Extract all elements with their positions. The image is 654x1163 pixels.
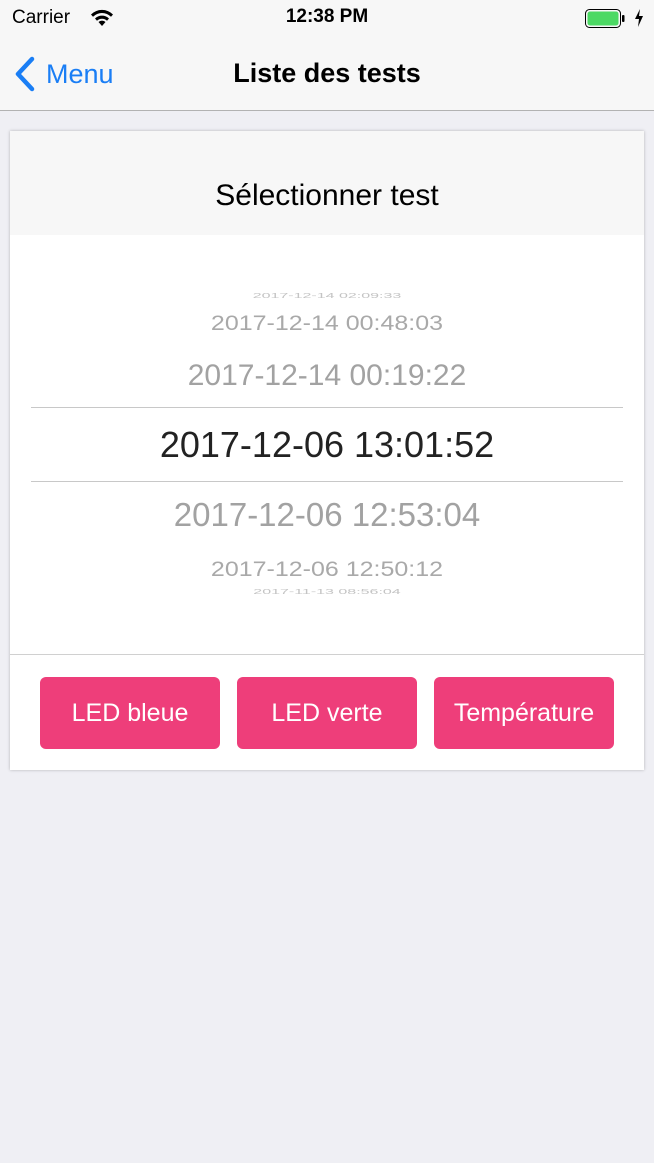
status-time: 12:38 PM xyxy=(285,6,369,27)
battery-icon xyxy=(585,9,625,28)
picker-option[interactable]: 2017-12-06 12:50:12 xyxy=(10,557,644,582)
picker-option[interactable]: 2017-11-13 08:56:04 xyxy=(10,588,644,596)
led-blue-button[interactable]: LED bleue xyxy=(40,677,220,749)
card-title: Sélectionner test xyxy=(215,179,439,212)
charging-bolt-icon xyxy=(635,9,643,27)
led-green-button[interactable]: LED verte xyxy=(237,677,417,749)
test-selection-card: Sélectionner test 2017-12-14 02:09:33 20… xyxy=(10,131,644,770)
picker-selection-line-bottom xyxy=(31,481,623,482)
status-bar: Carrier 12:38 PM xyxy=(0,0,654,40)
page-title: Liste des tests xyxy=(233,58,421,88)
temperature-button[interactable]: Température xyxy=(434,677,614,749)
picker-selection-line-top xyxy=(31,407,623,408)
picker-option[interactable]: 2017-12-14 00:19:22 xyxy=(10,359,644,393)
navigation-bar: Menu Liste des tests xyxy=(0,40,654,111)
picker-option[interactable]: 2017-12-14 02:09:33 xyxy=(10,292,644,300)
test-date-picker[interactable]: 2017-12-14 02:09:33 2017-12-14 00:48:03 … xyxy=(10,235,644,655)
picker-option-selected[interactable]: 2017-12-06 13:01:52 xyxy=(10,424,644,466)
picker-option[interactable]: 2017-12-14 00:48:03 xyxy=(10,311,644,336)
divider xyxy=(10,654,644,655)
picker-option[interactable]: 2017-12-06 12:53:04 xyxy=(10,496,644,534)
card-header: Sélectionner test xyxy=(10,131,644,235)
